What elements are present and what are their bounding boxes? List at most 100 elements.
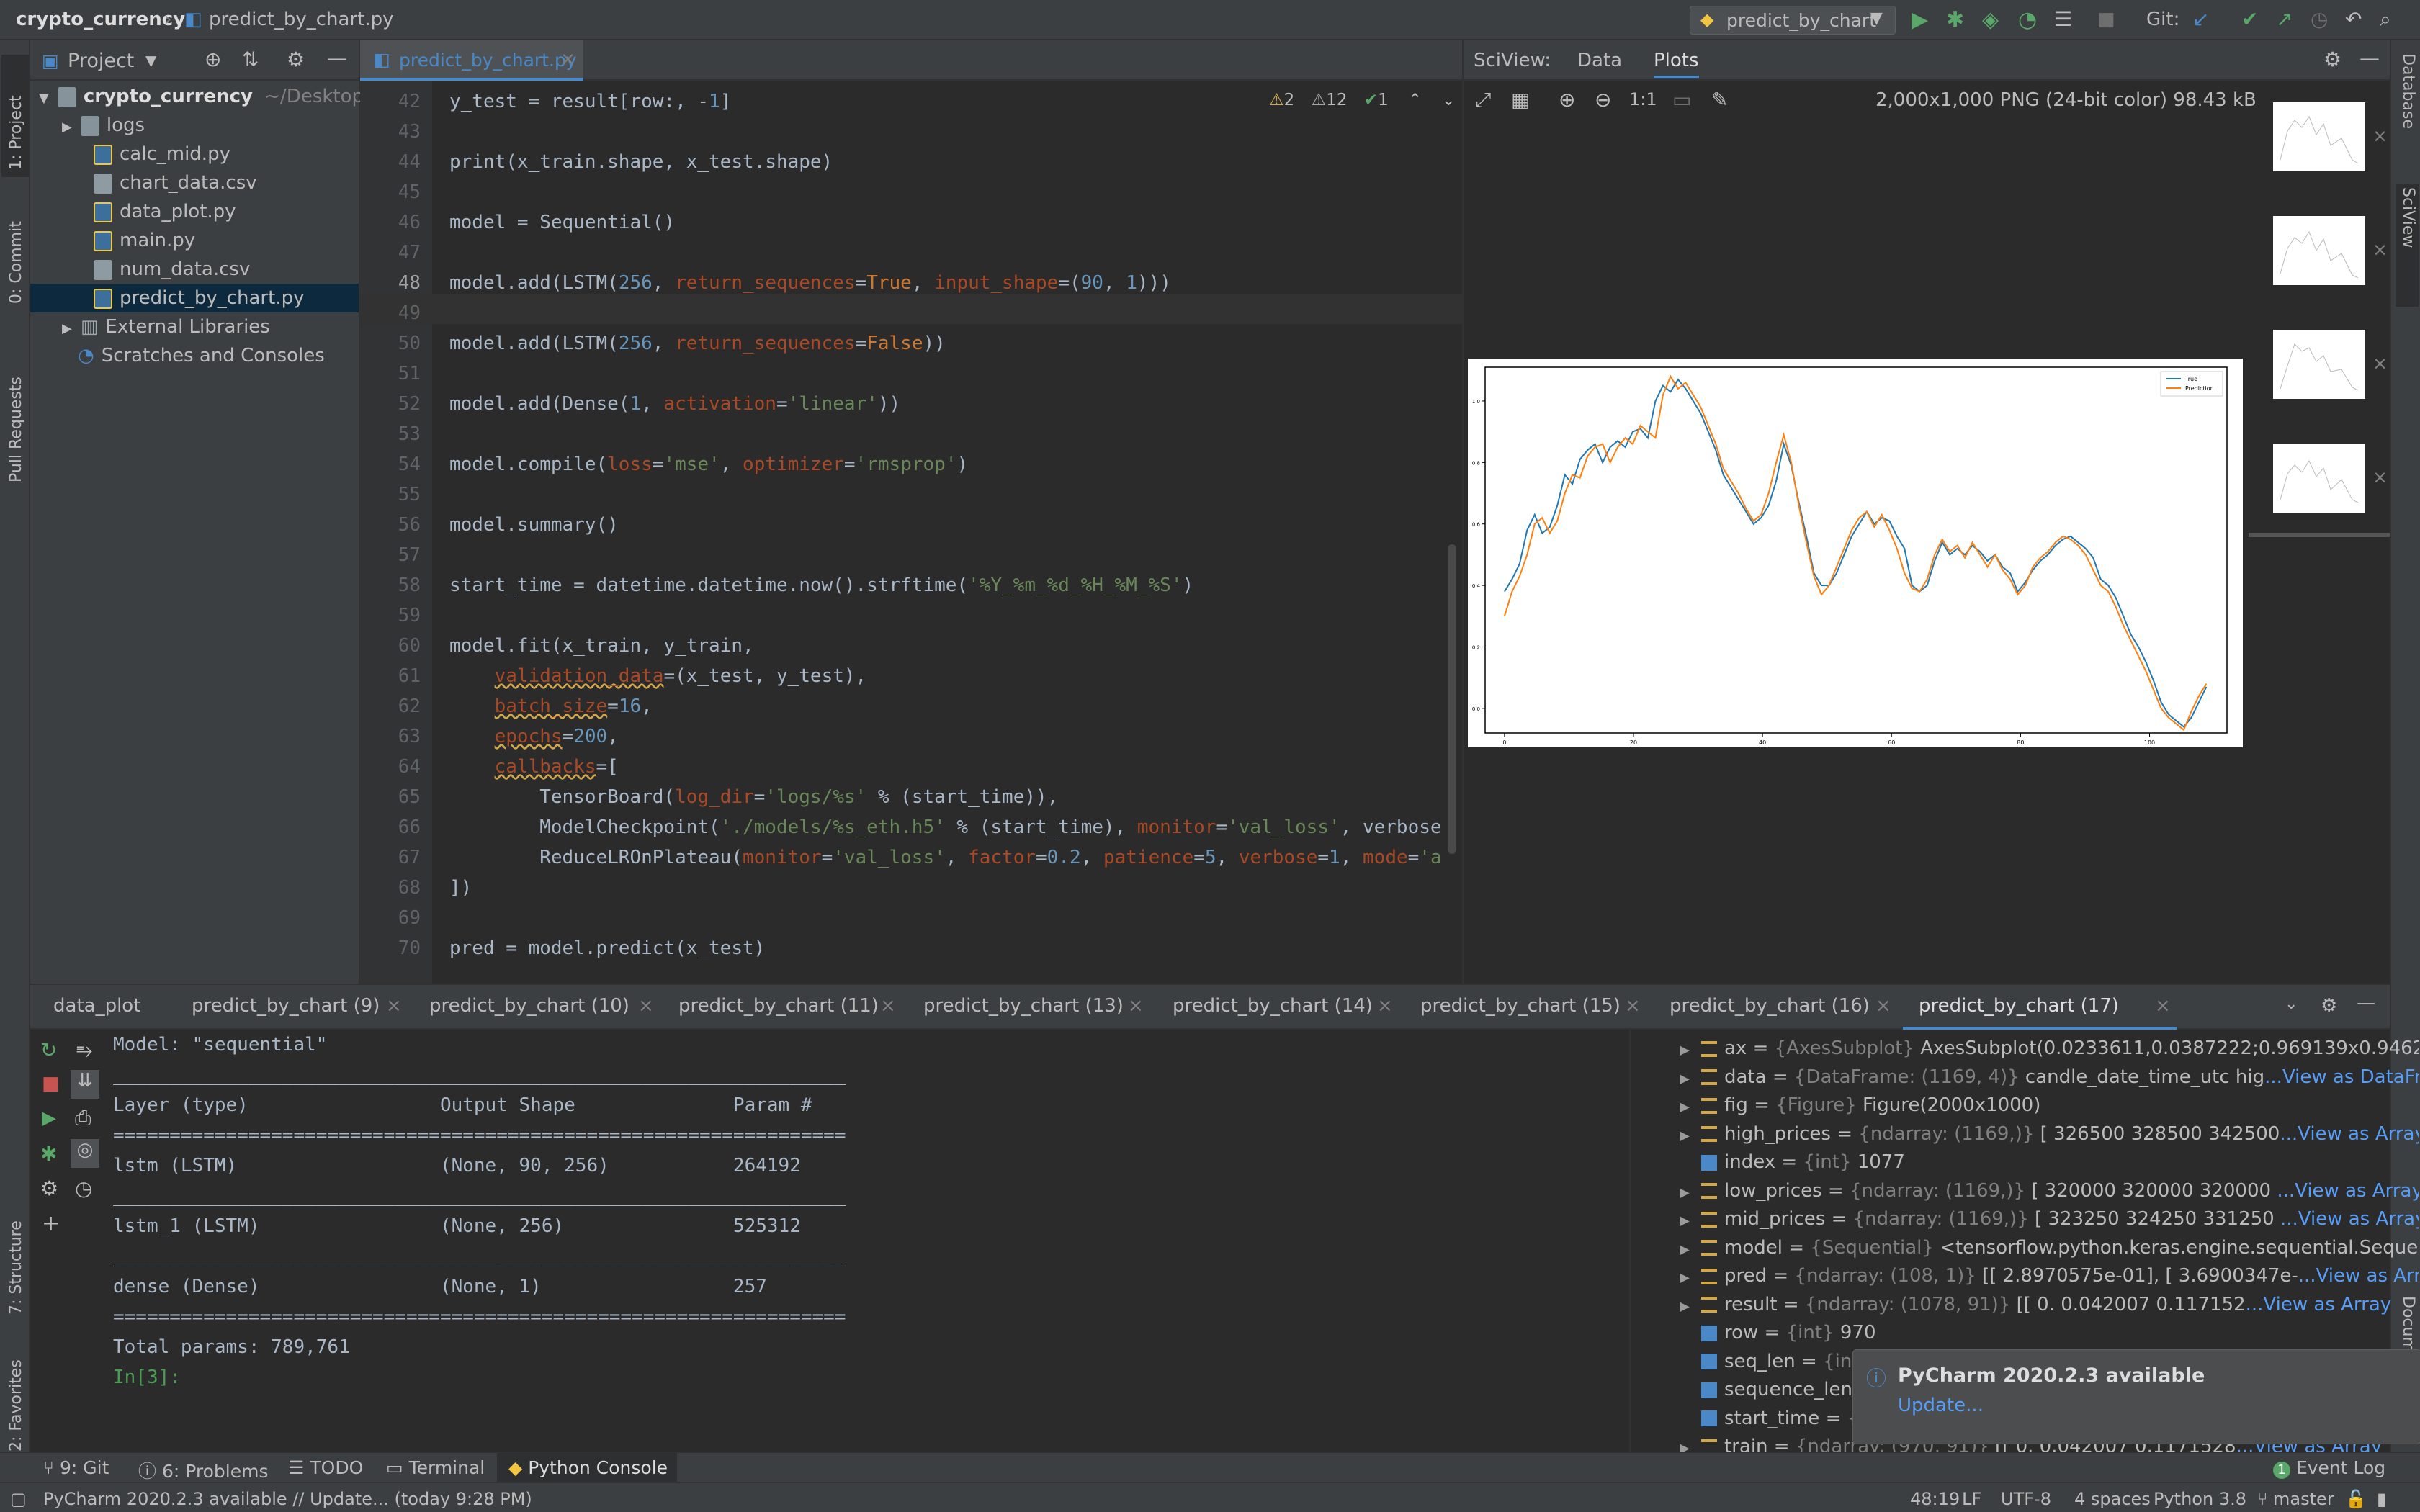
console-tab[interactable]: predict_by_chart (13): [923, 995, 1124, 1017]
caret-position[interactable]: 48:19: [1910, 1489, 1960, 1509]
console-tab[interactable]: predict_by_chart (15): [1420, 995, 1621, 1017]
plot-thumbnail[interactable]: [2273, 330, 2365, 399]
chevron-right-icon[interactable]: ▶: [1680, 1264, 1701, 1290]
close-icon[interactable]: ×: [560, 48, 575, 69]
project-panel-title[interactable]: Project: [68, 50, 134, 72]
chevron-right-icon[interactable]: ▶: [1680, 1292, 1701, 1319]
minimize-icon[interactable]: —: [327, 46, 347, 70]
chevron-right-icon[interactable]: ▶: [1680, 1207, 1701, 1233]
editor-tab-predict-by-chart[interactable]: ◧ predict_by_chart.py ×: [360, 40, 583, 81]
chevron-down-icon[interactable]: ▼: [145, 52, 156, 69]
run-icon[interactable]: ▶: [1912, 7, 1928, 32]
breadcrumb-file[interactable]: predict_by_chart.py: [209, 9, 393, 30]
tool-button-todo[interactable]: ☰ TODO: [288, 1457, 363, 1478]
file-encoding[interactable]: UTF-8: [2001, 1489, 2051, 1509]
minimize-icon[interactable]: —: [2357, 992, 2375, 1014]
plot-thumbnail[interactable]: [2273, 216, 2365, 285]
grid-icon[interactable]: ▦: [1511, 88, 1530, 112]
console-tab[interactable]: predict_by_chart (16): [1670, 995, 1870, 1017]
update-notification[interactable]: ⓘ PyCharm 2020.2.3 available Update...: [1852, 1349, 2420, 1444]
tool-tab-project[interactable]: 1: Project: [1, 55, 29, 177]
tree-item-chart-data[interactable]: chart_data.csv: [94, 168, 257, 197]
close-icon[interactable]: ×: [1876, 995, 1891, 1017]
console-tab[interactable]: predict_by_chart (9): [192, 995, 380, 1017]
tree-root[interactable]: ▼ crypto_currency ~/Desktop/: [39, 82, 370, 111]
lock-icon[interactable]: 🔓: [2345, 1489, 2367, 1509]
print-icon[interactable]: ⎙: [75, 1106, 91, 1130]
line-separator[interactable]: LF: [1962, 1489, 1981, 1509]
close-icon[interactable]: ×: [880, 995, 896, 1017]
history-icon[interactable]: ◷: [75, 1176, 92, 1200]
variable-row[interactable]: ▶ high_prices = {ndarray: (1169,)} [ 3265…: [1680, 1120, 2419, 1148]
tree-item-main[interactable]: main.py: [94, 226, 195, 255]
close-icon[interactable]: ×: [2372, 239, 2388, 260]
tree-item-data-plot[interactable]: data_plot.py: [94, 197, 236, 226]
variable-row[interactable]: ▶ low_prices = {ndarray: (1169,)} [ 32000…: [1680, 1176, 2419, 1205]
chevron-down-icon[interactable]: ⌄: [2285, 995, 2298, 1013]
console-tab[interactable]: predict_by_chart (10): [429, 995, 629, 1017]
git-branch-widget[interactable]: ⑂ master: [2257, 1489, 2334, 1509]
tree-item-num-data[interactable]: num_data.csv: [94, 255, 250, 284]
tab-plots[interactable]: Plots: [1654, 50, 1699, 78]
coverage-icon[interactable]: ◈: [1982, 7, 1999, 32]
git-update-icon[interactable]: ↙: [2192, 7, 2209, 31]
close-icon[interactable]: ×: [2155, 995, 2171, 1017]
tool-tab-structure[interactable]: 7: Structure: [1, 1164, 29, 1322]
toggle-tool-windows-icon[interactable]: ▢: [10, 1489, 27, 1509]
variable-row[interactable]: row = {int} 970: [1680, 1318, 2419, 1347]
update-link[interactable]: Update...: [1898, 1395, 1984, 1416]
locate-icon[interactable]: ⊕: [205, 48, 221, 71]
status-message[interactable]: PyCharm 2020.2.3 available // Update... …: [43, 1489, 532, 1509]
chevron-right-icon[interactable]: ▶: [1680, 1036, 1701, 1063]
console-tab[interactable]: data_plot: [53, 995, 140, 1017]
indent-setting[interactable]: 4 spaces: [2074, 1489, 2151, 1509]
variable-row[interactable]: ▶ mid_prices = {ndarray: (1169,)} [ 32325…: [1680, 1205, 2419, 1233]
chevron-right-icon[interactable]: ▶: [1680, 1065, 1701, 1092]
chevron-right-icon[interactable]: ▶: [1680, 1179, 1701, 1205]
main-plot[interactable]: 0 20 40 60 80 100 0.0 0.2 0.4 0.6 0.8 1.0 True Pred…: [1468, 359, 2243, 747]
breadcrumb-project[interactable]: crypto_currency: [16, 9, 185, 30]
console-tab[interactable]: predict_by_chart (11): [678, 995, 879, 1017]
variables-divider[interactable]: [1629, 1030, 1631, 1453]
tool-tab-commit[interactable]: 0: Commit: [1, 181, 29, 311]
rollback-icon[interactable]: ↶: [2345, 7, 2362, 31]
chevron-right-icon[interactable]: ▶: [1680, 1122, 1701, 1148]
close-icon[interactable]: ×: [386, 995, 402, 1017]
interpreter[interactable]: Python 3.8: [2154, 1489, 2246, 1509]
stop-icon[interactable]: ■: [2097, 9, 2115, 30]
run-config-selector[interactable]: ◆ predict_by_chart ▼: [1690, 6, 1896, 35]
chevron-right-icon[interactable]: ▶: [1680, 1236, 1701, 1262]
close-icon[interactable]: ×: [1128, 995, 1144, 1017]
tree-item-logs[interactable]: ▶ logs: [62, 111, 145, 140]
collapse-all-icon[interactable]: ⇅: [242, 48, 259, 71]
variable-row[interactable]: index = {int} 1077: [1680, 1148, 2419, 1176]
tool-button-event-log[interactable]: 1 Event Log: [2273, 1457, 2385, 1479]
gear-icon[interactable]: ⚙: [287, 48, 305, 71]
variable-row[interactable]: ▶ ax = {AxesSubplot} AxesSubplot(0.023361…: [1680, 1034, 2419, 1063]
console-tab-active[interactable]: predict_by_chart (17) ×: [1903, 985, 2177, 1030]
tree-item-predict-by-chart[interactable]: predict_by_chart.py: [30, 284, 359, 312]
editor-scrollbar[interactable]: [1448, 544, 1456, 854]
plot-thumbnail[interactable]: [2273, 102, 2365, 171]
memory-indicator-icon[interactable]: ▮: [2377, 1489, 2386, 1509]
add-icon[interactable]: +: [42, 1211, 60, 1236]
debug-icon[interactable]: ✱: [40, 1142, 57, 1166]
view-as-link[interactable]: ...View as Array: [2280, 1123, 2419, 1145]
tab-data[interactable]: Data: [1577, 50, 1622, 71]
view-as-link[interactable]: ...View as Array: [2277, 1180, 2419, 1202]
history-icon[interactable]: ◷: [2311, 7, 2328, 31]
minimize-icon[interactable]: —: [2360, 46, 2380, 70]
tool-button-terminal[interactable]: ▭ Terminal: [386, 1457, 485, 1478]
actual-size-button[interactable]: 1:1: [1629, 89, 1657, 109]
view-as-link[interactable]: ...View as Array: [2298, 1265, 2419, 1287]
soft-wrap-icon[interactable]: ⥱: [76, 1038, 92, 1063]
git-commit-icon[interactable]: ✔: [2241, 7, 2258, 31]
variable-row[interactable]: ▶ data = {DataFrame: (1169, 4)} candle_da…: [1680, 1063, 2419, 1092]
gear-icon[interactable]: ⚙: [2323, 48, 2341, 71]
tool-tab-pull-requests[interactable]: Pull Requests: [1, 317, 29, 490]
console-tab[interactable]: predict_by_chart (14): [1173, 995, 1373, 1017]
zoom-out-icon[interactable]: ⊖: [1595, 88, 1611, 112]
chevron-right-icon[interactable]: ▶: [1680, 1093, 1701, 1120]
scroll-to-end-icon[interactable]: ⇊: [71, 1070, 99, 1099]
debug-icon[interactable]: ✱: [1946, 7, 1964, 32]
